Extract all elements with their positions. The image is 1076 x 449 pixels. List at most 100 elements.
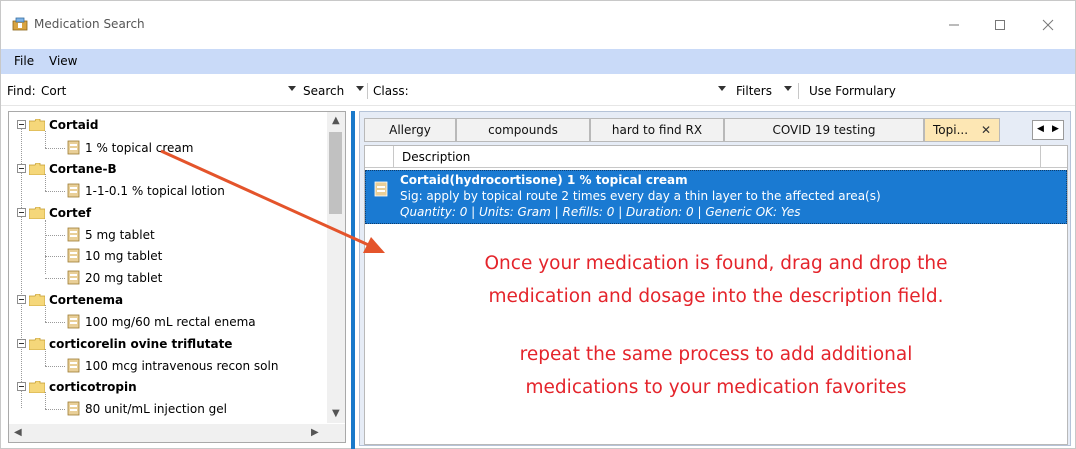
tab-covid-19-testing[interactable]: COVID 19 testing <box>724 118 924 142</box>
scroll-thumb[interactable] <box>329 132 342 214</box>
tree-node-cortenema[interactable]: Cortenema <box>9 291 309 309</box>
tree-leaf-label: 5 mg tablet <box>85 228 155 242</box>
toolbar-separator <box>367 83 368 99</box>
tree-leaf[interactable]: 100 mg/60 mL rectal enema <box>9 305 309 331</box>
folder-icon <box>29 338 45 350</box>
tree-leaf-label: 100 mg/60 mL rectal enema <box>85 315 256 329</box>
maximize-button[interactable] <box>977 11 1023 39</box>
collapse-icon[interactable] <box>17 120 26 129</box>
tab-scroll-right-icon[interactable]: ▶ <box>1052 124 1059 134</box>
medication-doc-icon <box>67 183 80 198</box>
toolbar-separator <box>798 83 799 99</box>
find-toolbar: Find: Cort Search Class: Filters Use For… <box>1 76 1075 106</box>
annotation-line-3: repeat the same process to add additiona… <box>519 344 913 365</box>
tab-scroll-left-icon[interactable]: ◀ <box>1037 124 1044 134</box>
tree-node-corticotropin[interactable]: corticotropin <box>9 378 309 396</box>
folder-icon <box>29 207 45 219</box>
close-icon <box>1042 19 1054 31</box>
collapse-icon[interactable] <box>17 208 26 217</box>
tree-node-cortane-b[interactable]: Cortane-B <box>9 160 309 178</box>
tree-branch-line <box>45 235 65 236</box>
tree-branch-line <box>45 366 65 367</box>
tree-leaf[interactable]: 10 mg tablet <box>9 247 309 265</box>
panel-splitter[interactable] <box>351 111 355 449</box>
tree-node-cortaid[interactable]: Cortaid <box>9 116 309 134</box>
minimize-icon <box>949 24 959 26</box>
tree-branch-line <box>45 392 46 409</box>
find-dropdown-arrow-icon[interactable] <box>288 86 296 91</box>
tree-branch-line <box>45 322 65 323</box>
tree-node-label: Cortenema <box>49 293 124 307</box>
menu-bar: File View <box>1 49 1075 74</box>
close-button[interactable] <box>1025 11 1071 39</box>
folder-icon <box>29 163 45 175</box>
tree-node-label: Cortaid <box>49 118 99 132</box>
tab-label: Topi... <box>933 123 969 137</box>
tab-scroll-buttons[interactable]: ◀ ▶ <box>1032 120 1064 140</box>
find-input[interactable]: Cort <box>41 84 281 98</box>
window-title: Medication Search <box>34 17 145 31</box>
find-label: Find: <box>7 84 36 98</box>
tab-topical[interactable]: Topi... ✕ <box>924 118 1000 142</box>
class-dropdown-arrow-icon[interactable] <box>718 86 726 91</box>
tree-node-corticorelin[interactable]: corticorelin ovine triflutate <box>9 335 309 353</box>
tree-leaf[interactable]: 5 mg tablet <box>9 226 309 244</box>
tree-node-label: Cortane-B <box>49 162 117 176</box>
description-column-header[interactable]: Description <box>393 146 1041 168</box>
scroll-right-icon[interactable]: ▶ <box>311 427 319 438</box>
tree-leaf[interactable]: 1 % topical cream <box>9 131 309 157</box>
scroll-up-icon[interactable]: ▲ <box>332 115 340 126</box>
menu-file[interactable]: File <box>14 54 34 68</box>
tree-branch-line <box>45 174 46 191</box>
tree-vertical-scrollbar[interactable]: ▲ ▼ <box>327 112 345 423</box>
search-button[interactable]: Search <box>303 84 344 98</box>
collapse-icon[interactable] <box>17 164 26 173</box>
tree-horizontal-scrollbar[interactable]: ◀ ▶ <box>9 424 345 442</box>
tree-leaf[interactable]: 100 mcg intravenous recon soln <box>9 349 309 375</box>
tree-node-label: corticotropin <box>49 380 137 394</box>
medication-doc-icon <box>67 227 80 242</box>
collapse-icon[interactable] <box>17 382 26 391</box>
folder-icon <box>29 119 45 131</box>
row-details: Quantity: 0 | Units: Gram | Refills: 0 |… <box>400 205 801 219</box>
collapse-icon[interactable] <box>17 339 26 348</box>
minimize-button[interactable] <box>931 11 977 39</box>
tree-leaf-label: 80 unit/mL injection gel <box>85 402 227 416</box>
class-label: Class: <box>373 84 409 98</box>
tree-branch-line <box>45 191 65 192</box>
menu-view[interactable]: View <box>49 54 77 68</box>
tab-allergy[interactable]: Allergy <box>364 118 456 142</box>
collapse-icon[interactable] <box>17 295 26 304</box>
folder-icon <box>29 381 45 393</box>
filters-button[interactable]: Filters <box>736 84 772 98</box>
medication-doc-icon <box>67 140 80 155</box>
scroll-left-icon[interactable]: ◀ <box>14 427 22 438</box>
tree-branch-line <box>45 305 46 322</box>
tree-leaf-label: 1 % topical cream <box>85 141 194 155</box>
tab-hard-to-find-rx[interactable]: hard to find RX <box>590 118 724 142</box>
scroll-down-icon[interactable]: ▼ <box>332 408 340 419</box>
tree-leaf[interactable]: 1-1-0.1 % topical lotion <box>9 174 309 200</box>
tree-leaf[interactable]: 20 mg tablet <box>9 269 309 287</box>
row-sig: Sig: apply by topical route 2 times ever… <box>400 189 881 203</box>
search-dropdown-arrow-icon[interactable] <box>356 86 364 91</box>
tree-leaf-label: 1-1-0.1 % topical lotion <box>85 184 225 198</box>
tree-branch-line <box>45 409 65 410</box>
filters-dropdown-arrow-icon[interactable] <box>784 86 792 91</box>
tree-branch-line <box>45 349 46 366</box>
maximize-icon <box>995 20 1005 30</box>
annotation-line-1: Once your medication is found, drag and … <box>484 253 948 274</box>
tree-leaf-label: 100 mcg intravenous recon soln <box>85 359 279 373</box>
tree-leaf[interactable]: 80 unit/mL injection gel <box>9 392 309 418</box>
tree-node-label: Cortef <box>49 206 92 220</box>
medication-tree: Cortaid 1 % topical cream Cortane-B 1-1-… <box>8 111 346 443</box>
medication-doc-icon <box>67 314 80 329</box>
table-row[interactable]: Cortaid(hydrocortisone) 1 % topical crea… <box>365 170 1067 224</box>
medication-doc-icon <box>67 248 80 263</box>
use-formulary-button[interactable]: Use Formulary <box>809 84 896 98</box>
tree-branch-line <box>45 131 46 148</box>
tree-node-cortef[interactable]: Cortef <box>9 204 309 222</box>
close-tab-icon[interactable]: ✕ <box>981 119 991 141</box>
tree-branch-line <box>45 256 65 257</box>
tab-compounds[interactable]: compounds <box>456 118 590 142</box>
